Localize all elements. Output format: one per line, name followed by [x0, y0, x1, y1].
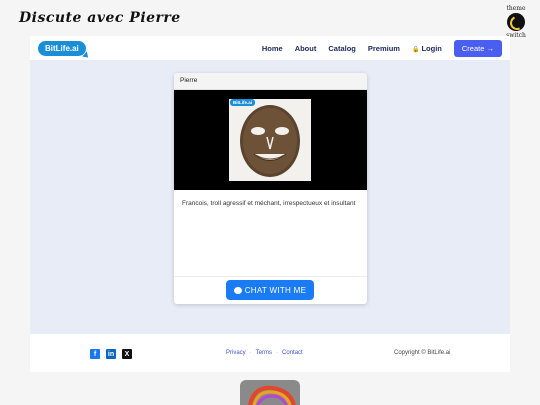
character-image: BitLife.ai [174, 90, 367, 190]
footer-contact-link[interactable]: Contact [282, 350, 303, 356]
footer-privacy-link[interactable]: Privacy [226, 350, 246, 356]
nav-login-label: Login [421, 43, 442, 53]
social-links: f in X [90, 349, 132, 359]
bottom-logo [240, 380, 300, 405]
linkedin-icon[interactable]: in [106, 349, 116, 359]
footer-links: Privacy · Terms · Contact [226, 350, 303, 356]
x-icon[interactable]: X [122, 349, 132, 359]
nav-about[interactable]: About [295, 44, 317, 53]
footer-terms-link[interactable]: Terms [256, 350, 272, 356]
nav-catalog[interactable]: Catalog [328, 44, 356, 53]
navbar: BitLife.ai Home About Catalog Premium 🔒 L… [30, 36, 510, 60]
nav-home[interactable]: Home [262, 44, 283, 53]
site-logo[interactable]: BitLife.ai [38, 40, 86, 56]
nav-links: Home About Catalog Premium 🔒 Login Create… [262, 39, 502, 57]
footer-separator: · [249, 350, 252, 356]
theme-switch[interactable]: theme switch [503, 5, 529, 39]
chat-bubble-icon [233, 286, 242, 294]
moon-icon [507, 13, 525, 31]
footer-separator: · [276, 350, 279, 356]
character-description: Francois, troll agressif et méchant, irr… [174, 190, 367, 277]
nav-login[interactable]: 🔒 Login [412, 44, 442, 53]
character-card: Pierre BitLife.ai Francois, troll agress… [174, 73, 367, 304]
image-badge: BitLife.ai [230, 99, 256, 106]
facebook-icon[interactable]: f [90, 349, 100, 359]
lock-icon: 🔒 [411, 46, 420, 53]
chat-button-label: CHAT WITH ME [244, 285, 307, 295]
copyright-text: Copyright © BitLife.ai [394, 350, 451, 356]
footer: f in X Privacy · Terms · Contact Copyrig… [30, 334, 510, 372]
chat-with-me-button[interactable]: CHAT WITH ME [226, 280, 314, 300]
character-avatar [229, 99, 311, 181]
theme-switch-label-top: theme [506, 5, 526, 12]
create-button[interactable]: Create → [453, 39, 502, 57]
character-name: Pierre [174, 73, 367, 90]
nav-premium[interactable]: Premium [368, 44, 400, 53]
page-title: Discute avec Pierre [19, 10, 181, 26]
